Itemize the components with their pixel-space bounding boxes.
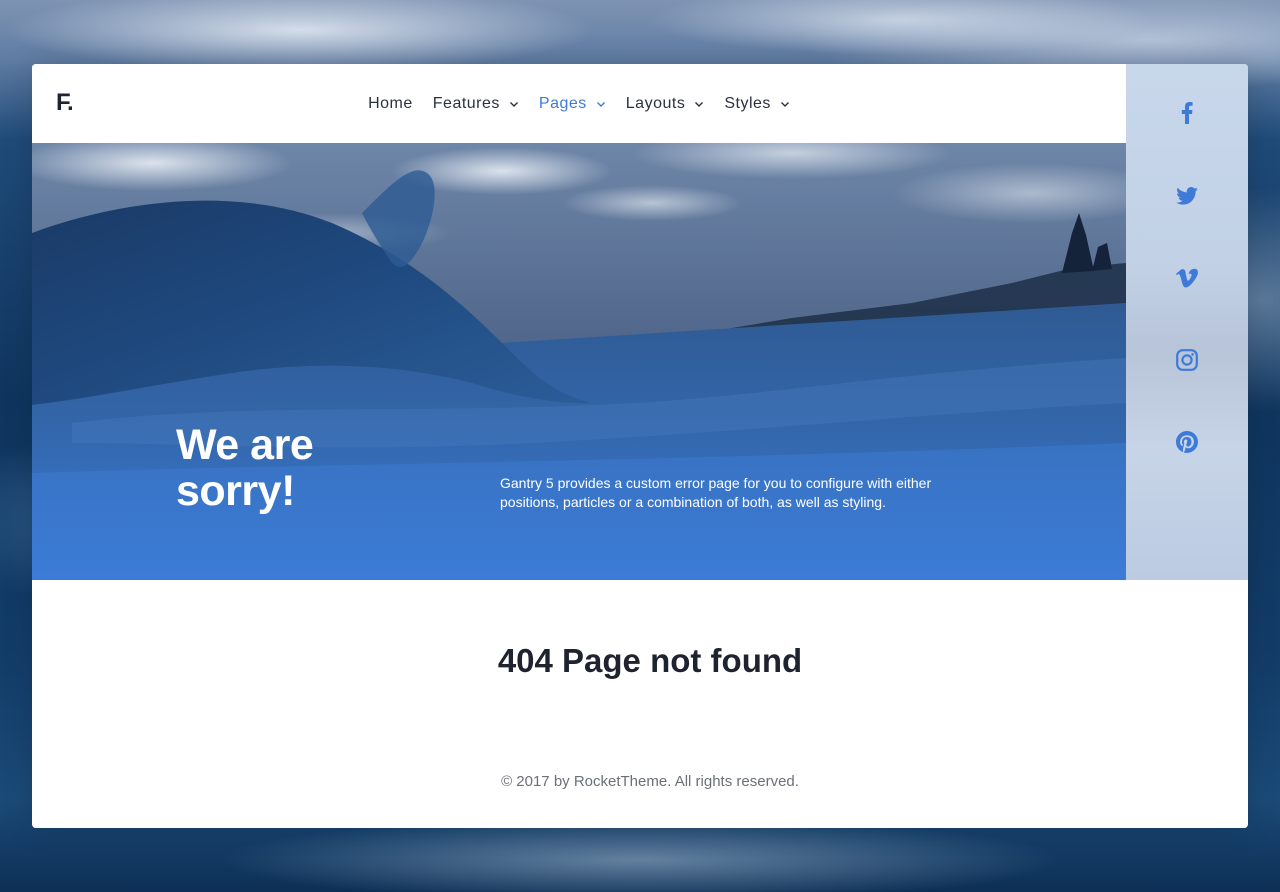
chevron-down-icon xyxy=(509,102,518,107)
main-content: 404 Page not found © 2017 by RocketTheme… xyxy=(32,580,1248,828)
hero-description: Gantry 5 provides a custom error page fo… xyxy=(500,475,932,510)
nav-item-label: Features xyxy=(432,95,500,112)
nav-item-label: Styles xyxy=(724,95,771,112)
hero-title: We are sorry! xyxy=(176,421,314,515)
nav-item-label: Pages xyxy=(538,95,587,112)
vimeo-icon[interactable] xyxy=(1175,266,1199,290)
nav-item-pages[interactable]: Pages xyxy=(539,92,606,116)
nav-item-home[interactable]: Home xyxy=(368,92,413,116)
pinterest-icon[interactable] xyxy=(1175,430,1199,454)
error-title: 404 Page not found xyxy=(497,642,803,679)
chevron-down-icon xyxy=(695,102,704,107)
main-nav: Home Features Pages Layouts Styles xyxy=(32,92,1126,116)
twitter-icon[interactable] xyxy=(1175,184,1199,208)
social-sidebar xyxy=(1126,64,1248,580)
header: F. Home Features Pages Layouts Styles xyxy=(32,64,1126,143)
instagram-icon[interactable] xyxy=(1175,348,1199,372)
nav-item-styles[interactable]: Styles xyxy=(724,92,790,116)
chevron-down-icon xyxy=(780,102,789,107)
nav-item-layouts[interactable]: Layouts xyxy=(626,92,705,116)
hero-banner: We are sorry! Gantry 5 provides a custom… xyxy=(32,143,1126,580)
chevron-down-icon xyxy=(596,102,605,107)
facebook-icon[interactable] xyxy=(1175,101,1199,125)
page-frame: F. Home Features Pages Layouts Styles We… xyxy=(32,64,1248,828)
nav-item-features[interactable]: Features xyxy=(433,92,519,116)
nav-item-label: Home xyxy=(368,95,413,112)
nav-item-label: Layouts xyxy=(625,95,686,112)
copyright-text: © 2017 by RocketTheme. All rights reserv… xyxy=(501,773,799,790)
